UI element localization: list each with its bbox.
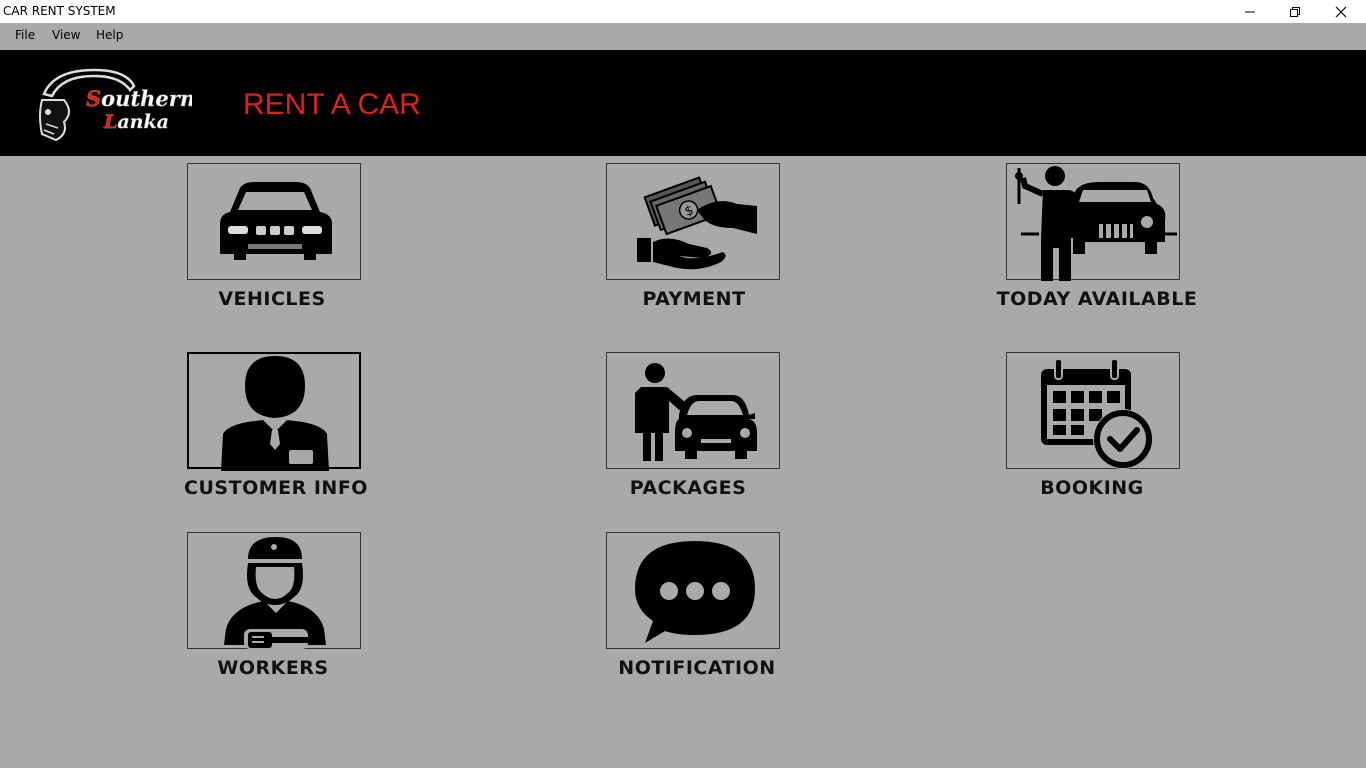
packages-label: PACKAGES [629, 477, 747, 499]
menu-bar: File View Help [0, 23, 1366, 50]
close-icon [1335, 6, 1347, 17]
menu-file[interactable]: File [15, 28, 35, 42]
header-banner: Southern S Lanka L RENT A CAR [0, 50, 1366, 156]
today-available-label: TODAY AVAILABLE [996, 288, 1198, 310]
restore-button[interactable] [1272, 0, 1318, 23]
window-title: CAR RENT SYSTEM [3, 4, 116, 18]
packages-button[interactable] [606, 352, 780, 469]
booking-label: BOOKING [1040, 477, 1144, 499]
money-handover-icon: $ [637, 176, 757, 270]
car-front-icon [220, 182, 332, 260]
payment-label: PAYMENT [642, 288, 746, 310]
close-button[interactable] [1318, 0, 1364, 23]
vehicles-label: VEHICLES [218, 288, 326, 310]
customer-info-label: CUSTOMER INFO [184, 477, 368, 499]
person-with-car-icon [635, 363, 757, 461]
restore-icon [1290, 6, 1300, 17]
payment-button[interactable]: $ [606, 163, 780, 280]
workers-button[interactable] [187, 532, 361, 649]
minimize-button[interactable] [1227, 0, 1273, 23]
svg-text:S: S [86, 86, 101, 111]
southern-lanka-logo: Southern S Lanka L [39, 68, 192, 142]
notification-label: NOTIFICATION [618, 657, 776, 679]
customer-info-button[interactable] [187, 352, 361, 471]
chat-bubble-icon [635, 541, 755, 643]
svg-text:L: L [103, 111, 117, 133]
page-title: RENT A CAR [243, 88, 421, 121]
minimize-icon [1245, 11, 1255, 12]
workers-label: WORKERS [217, 657, 329, 679]
calendar-check-icon [1041, 358, 1153, 469]
notification-button[interactable] [606, 532, 780, 649]
menu-view[interactable]: View [52, 28, 80, 42]
title-bar: CAR RENT SYSTEM [0, 0, 1366, 23]
svg-text:Southern: Southern [86, 86, 192, 111]
mechanic-icon [224, 537, 326, 649]
today-available-button[interactable] [1006, 163, 1180, 281]
menu-help[interactable]: Help [96, 28, 123, 42]
booking-button[interactable] [1006, 352, 1180, 469]
customer-icon [221, 356, 329, 471]
person-car-keys-icon [1015, 166, 1177, 281]
vehicles-button[interactable] [187, 163, 361, 280]
